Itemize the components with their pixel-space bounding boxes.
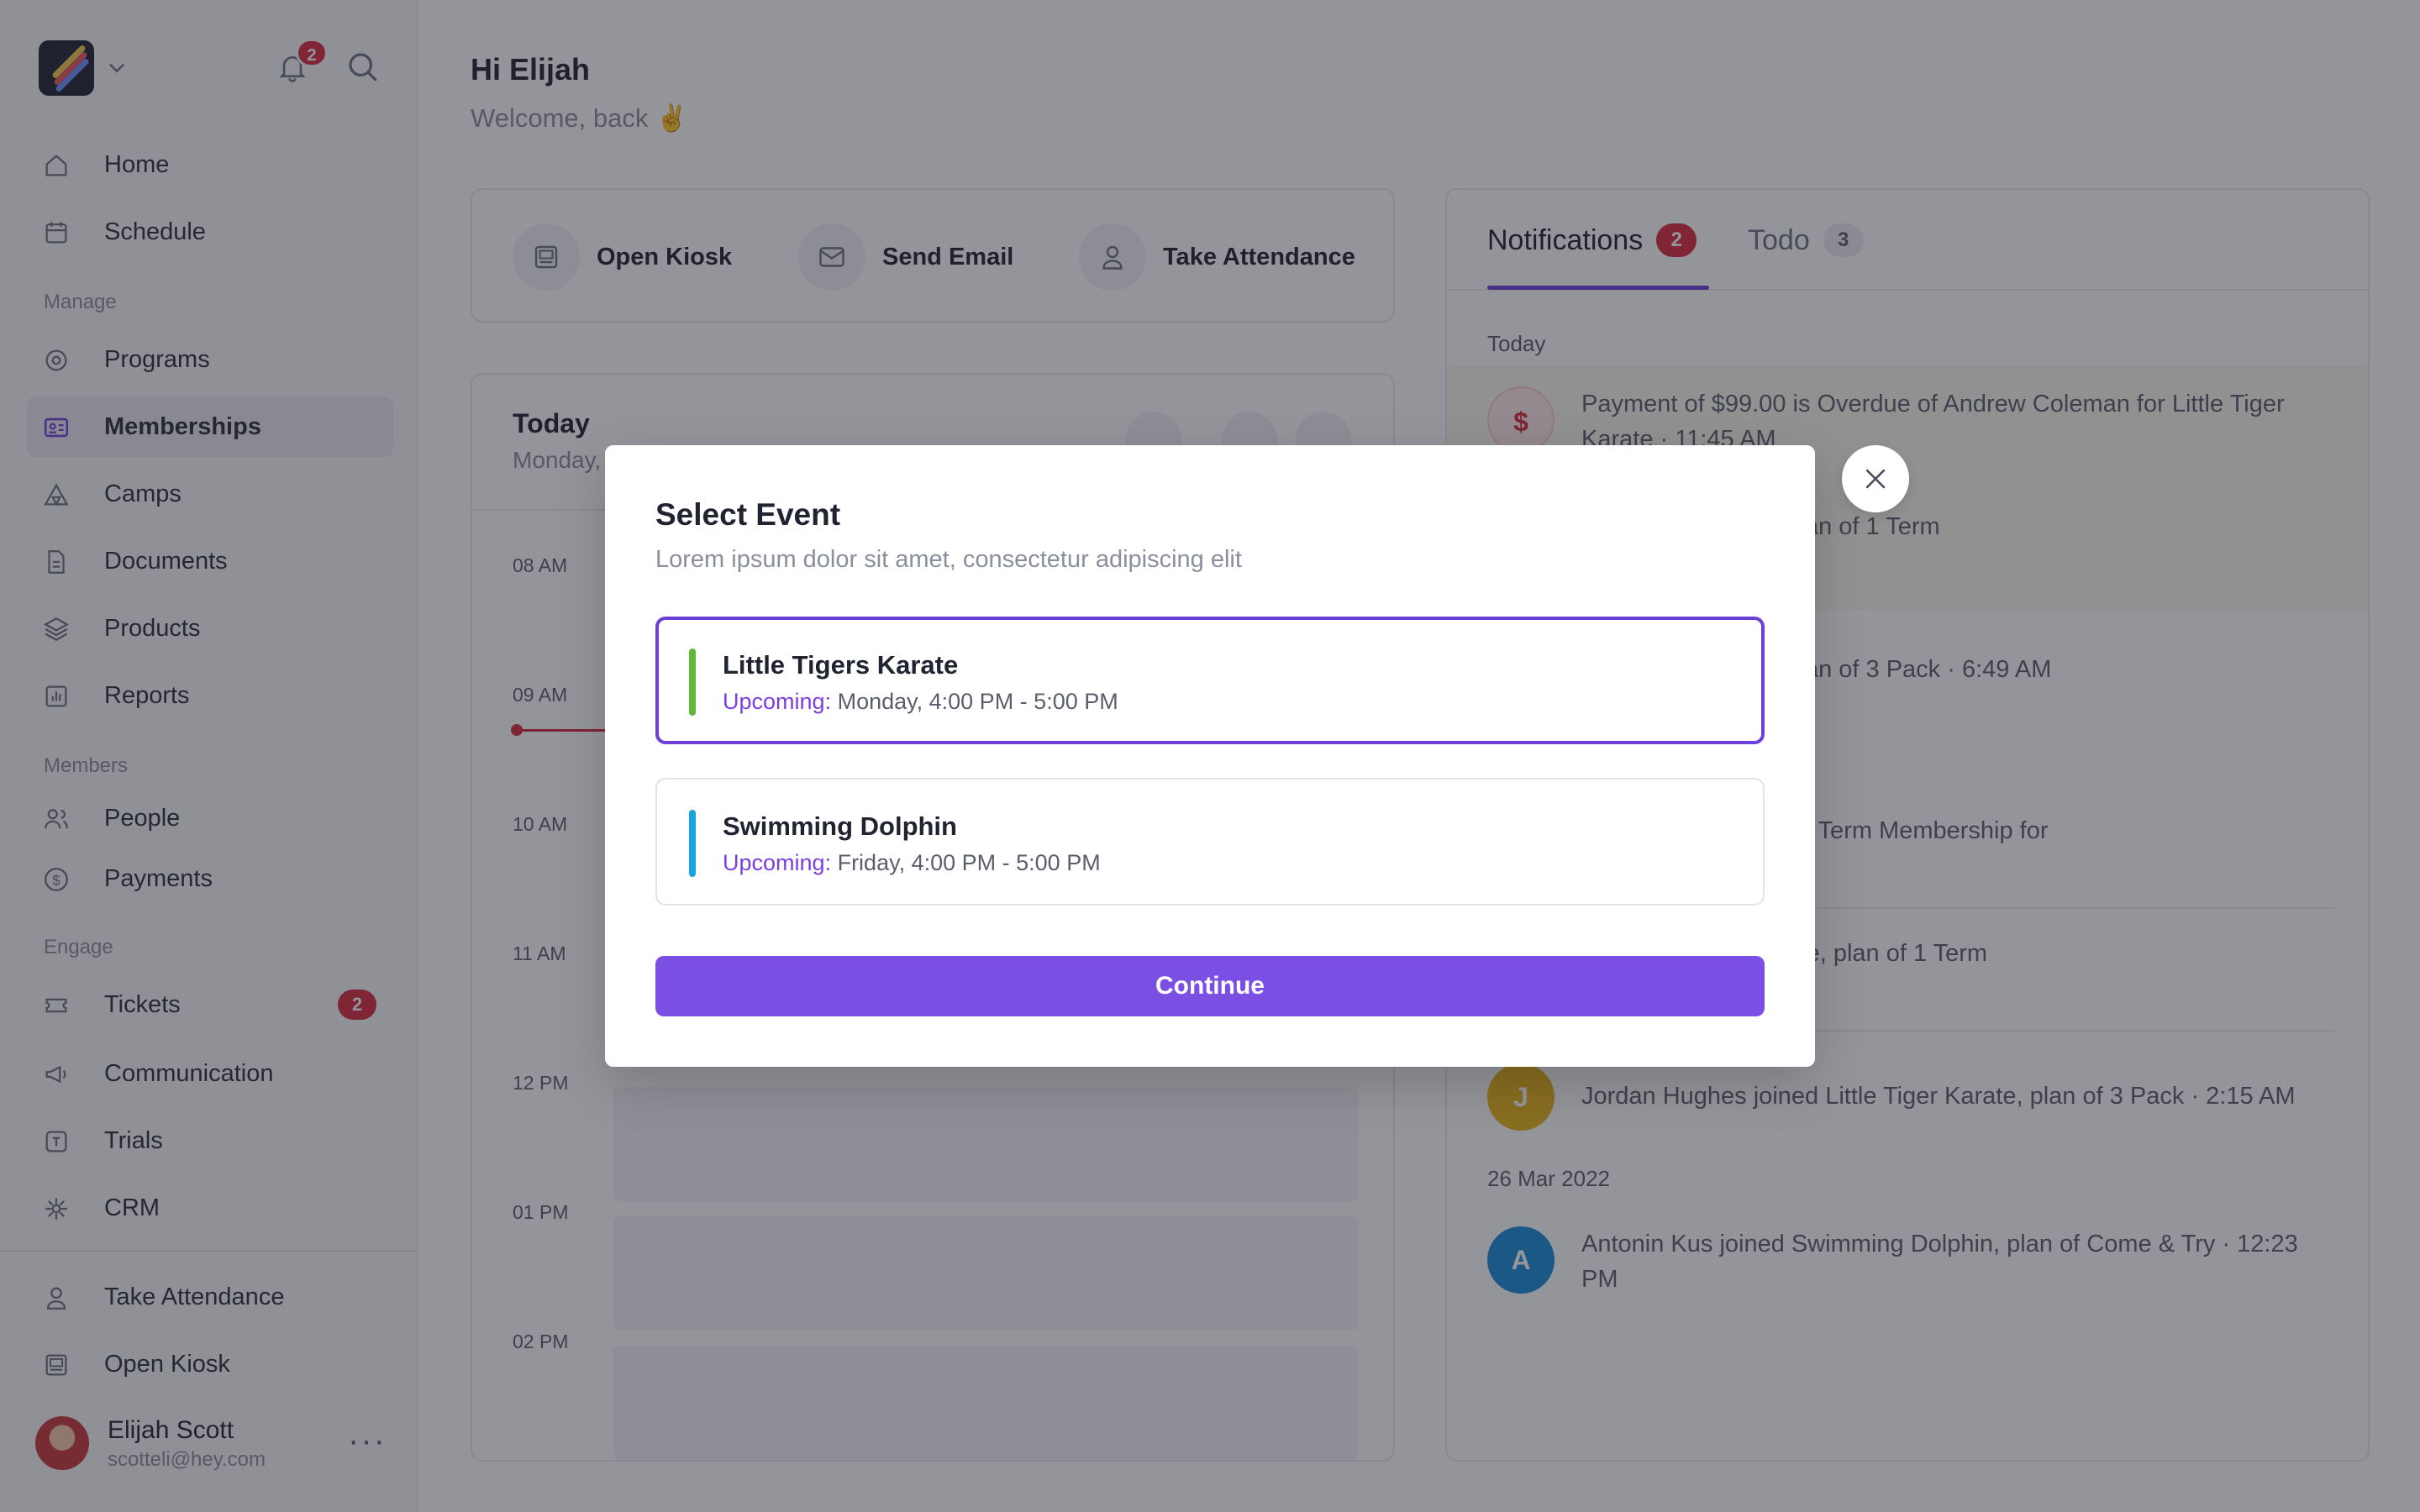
event-color-bar — [689, 648, 696, 716]
event-name: Swimming Dolphin — [723, 811, 957, 841]
event-option-little-tigers-karate[interactable]: Little Tigers Karate Upcoming: Monday, 4… — [655, 617, 1765, 744]
event-schedule: Upcoming: Friday, 4:00 PM - 5:00 PM — [723, 850, 1101, 875]
event-schedule: Upcoming: Monday, 4:00 PM - 5:00 PM — [723, 689, 1118, 714]
modal-title: Select Event — [655, 497, 841, 532]
continue-button[interactable]: Continue — [655, 956, 1765, 1016]
close-icon — [1865, 469, 1886, 489]
event-color-bar — [689, 810, 696, 877]
event-option-swimming-dolphin[interactable]: Swimming Dolphin Upcoming: Friday, 4:00 … — [655, 778, 1765, 906]
close-modal-button[interactable] — [1842, 445, 1909, 512]
modal-subtitle: Lorem ipsum dolor sit amet, consectetur … — [655, 546, 1242, 573]
select-event-modal: Select Event Lorem ipsum dolor sit amet,… — [605, 445, 1815, 1067]
event-name: Little Tigers Karate — [723, 650, 959, 680]
